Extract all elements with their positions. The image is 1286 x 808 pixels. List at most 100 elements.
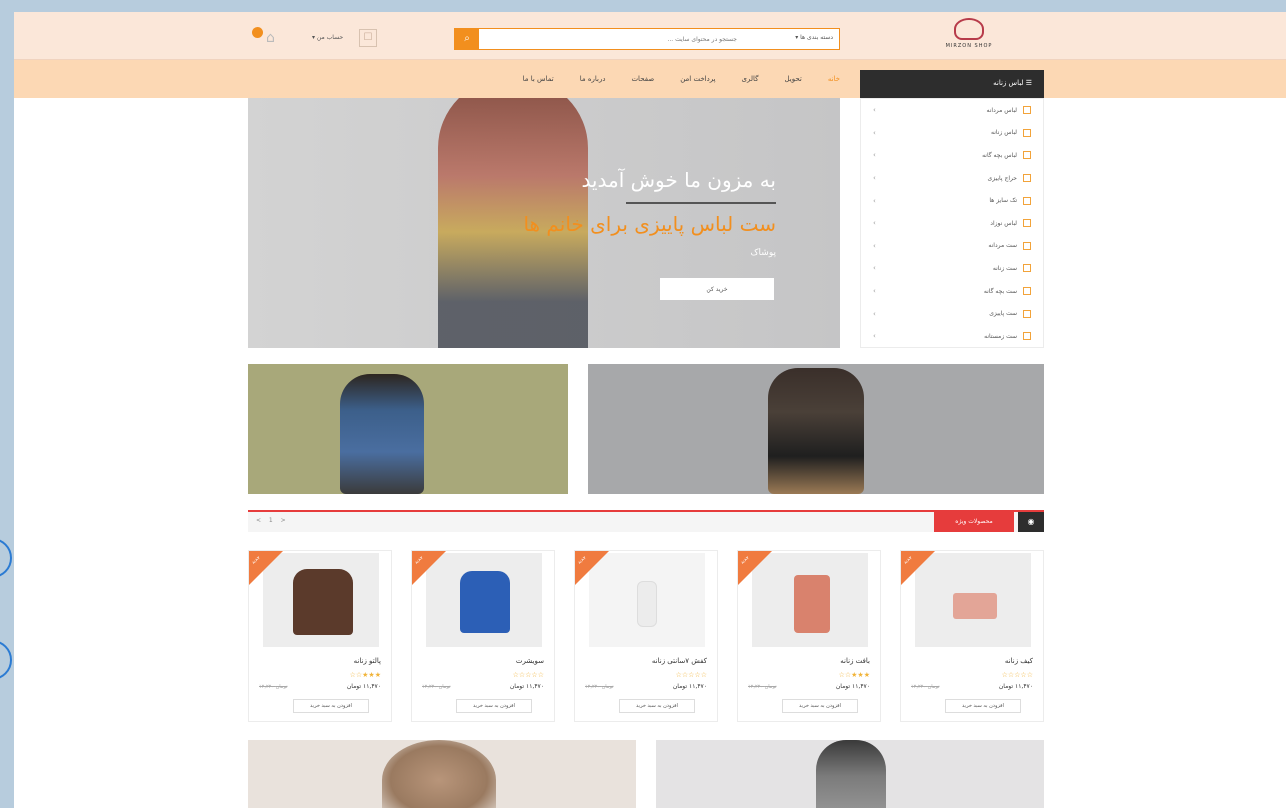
category-menu-title: لباس زنانه: [993, 79, 1024, 87]
promo-banner-woman[interactable]: [248, 364, 568, 494]
sidebar-item-label: لباس نوزاد: [990, 219, 1017, 227]
bullet-icon: [1023, 106, 1031, 115]
product-price: ۱۱,۴۷۰ تومان: [346, 683, 381, 690]
product-card[interactable]: جدید پالتو زنانه ☆☆★★★ ۱۱,۴۷۰ تومان ۱۲,۲…: [248, 550, 392, 722]
product-name[interactable]: بافت زنانه: [840, 657, 870, 665]
product-old-price: ۱۲,۲۲۰ تومان: [911, 684, 940, 690]
sidebar-item[interactable]: لباس نوزاد ‹: [861, 212, 1043, 235]
product-card[interactable]: جدید کفش ۷سانتی زنانه ☆☆☆☆☆ ۱۱,۴۷۰ تومان…: [574, 550, 718, 722]
category-select-label: دسته بندی ها: [800, 34, 833, 41]
logo-text: MIRZON SHOP: [945, 43, 993, 49]
add-to-cart-button[interactable]: افزودن به سبد خرید: [945, 699, 1021, 713]
bullet-icon: [1023, 309, 1031, 318]
hero-divider: [626, 202, 776, 204]
special-products-tab[interactable]: محصولات ویژه: [934, 512, 1014, 532]
decorative-circle: [0, 538, 12, 578]
add-to-cart-button[interactable]: افزودن به سبد خرید: [293, 699, 369, 713]
product-card[interactable]: جدید بافت زنانه ☆☆★★★ ۱۱,۴۷۰ تومان ۱۲,۲۲…: [737, 550, 881, 722]
sidebar-item-label: ست زمستانه: [984, 332, 1017, 340]
sidebar-item[interactable]: لباس زنانه ‹: [861, 122, 1043, 145]
add-to-cart-button[interactable]: افزودن به سبد خرید: [619, 699, 695, 713]
nav-item-secure-payment[interactable]: پرداخت امن: [680, 75, 715, 83]
logo-icon: [954, 18, 984, 40]
sidebar-item[interactable]: حراج پاییزی ‹: [861, 167, 1043, 190]
hoodie-icon: [460, 571, 510, 633]
nav-item-delivery[interactable]: تحویل: [784, 75, 801, 83]
add-to-cart-button[interactable]: افزودن به سبد خرید: [456, 699, 532, 713]
rating-stars: ☆☆★★★: [838, 671, 870, 679]
search-button[interactable]: ⌕: [455, 29, 479, 49]
product-name[interactable]: کفش ۷سانتی زنانه: [652, 657, 707, 665]
chevron-left-icon: ‹: [873, 196, 876, 205]
main-nav: خانه تحویل گالری پرداخت امن صفحات درباره…: [14, 60, 1286, 98]
hero-category: پوشاک: [750, 248, 777, 258]
hero-title: به مزون ما خوش آمدید: [581, 168, 776, 192]
sidebar-item[interactable]: ست زمستانه ‹: [861, 325, 1043, 348]
hero-slider[interactable]: به مزون ما خوش آمدید ست لباس پاییزی برای…: [248, 98, 840, 348]
product-price: ۱۱,۴۷۰ تومان: [835, 683, 870, 690]
chevron-left-icon: ‹: [873, 287, 876, 296]
product-old-price: ۱۲,۲۲۰ تومان: [585, 684, 614, 690]
search-input[interactable]: [483, 32, 737, 46]
nav-item-contact[interactable]: تماس با ما: [523, 75, 554, 83]
nav-item-about[interactable]: درباره ما: [580, 75, 606, 83]
product-name[interactable]: سویشرت: [516, 657, 544, 665]
coat-model-image: [816, 740, 886, 808]
account-menu[interactable]: ▾ حساب من: [312, 34, 343, 41]
sidebar-item[interactable]: ست زنانه ‹: [861, 257, 1043, 280]
bullet-icon: [1023, 196, 1031, 205]
promo-banner-man[interactable]: [588, 364, 1044, 494]
hero-shop-button[interactable]: خرید کن: [660, 278, 774, 300]
sidebar-item[interactable]: لباس مردانه ‹: [861, 99, 1043, 122]
cart-icon[interactable]: ⌂: [266, 30, 275, 46]
product-old-price: ۱۲,۲۲۰ تومان: [422, 684, 451, 690]
chevron-left-icon: ‹: [873, 264, 876, 273]
sidebar-item[interactable]: ست بچه گانه ‹: [861, 280, 1043, 303]
pagination[interactable]: < 1 >: [256, 517, 289, 524]
cart-count-badge[interactable]: [252, 27, 263, 38]
add-to-cart-button[interactable]: افزودن به سبد خرید: [782, 699, 858, 713]
bullet-icon: [1023, 241, 1031, 250]
product-price: ۱۱,۴۷۰ تومان: [672, 683, 707, 690]
nav-item-pages[interactable]: صفحات: [631, 75, 654, 83]
coat-icon: [293, 569, 353, 635]
logo[interactable]: MIRZON SHOP: [944, 18, 994, 56]
product-name[interactable]: پالتو زنانه: [354, 657, 381, 665]
sidebar-item[interactable]: لباس بچه گانه ‹: [861, 144, 1043, 167]
chevron-left-icon: ‹: [873, 309, 876, 318]
chevron-left-icon: ‹: [873, 151, 876, 160]
chevron-left-icon: ‹: [873, 219, 876, 228]
woman-model-image: [340, 374, 424, 494]
bottom-banner-fur-hat[interactable]: [248, 740, 636, 808]
man-model-image: [768, 368, 864, 494]
sidebar-item-label: ست پاییزی: [989, 310, 1017, 318]
sidebar-item-label: تک سایز ها: [989, 197, 1017, 205]
sidebar-item[interactable]: ست پاییزی ‹: [861, 302, 1043, 325]
sweater-icon: [794, 575, 830, 633]
bottom-banner-man-coat[interactable]: [656, 740, 1044, 808]
product-card[interactable]: جدید سویشرت ☆☆☆☆☆ ۱۱,۴۷۰ تومان ۱۲,۲۲۰ تو…: [411, 550, 555, 722]
sidebar-item-label: حراج پاییزی: [987, 174, 1017, 182]
nav-item-gallery[interactable]: گالری: [742, 75, 759, 83]
category-menu-header[interactable]: ☰ لباس زنانه: [860, 70, 1044, 98]
special-products-bar: < 1 > محصولات ویژه ◉: [248, 510, 1044, 532]
category-select[interactable]: دسته بندی ها ▾: [795, 34, 833, 41]
menu-icon: ☰: [1023, 79, 1032, 87]
rating-stars: ☆☆☆☆☆: [1001, 671, 1033, 679]
bullet-icon: [1023, 219, 1031, 228]
sidebar-item-label: لباس زنانه: [991, 129, 1017, 137]
shoe-icon: [637, 581, 657, 627]
chevron-left-icon: ‹: [873, 106, 876, 115]
sidebar-item[interactable]: تک سایز ها ‹: [861, 189, 1043, 212]
bullet-icon: [1023, 174, 1031, 183]
user-icon[interactable]: ☐: [359, 29, 377, 47]
search-icon: ⌕: [464, 33, 470, 44]
nav-menu: خانه تحویل گالری پرداخت امن صفحات درباره…: [523, 60, 840, 98]
product-price: ۱۱,۴۷۰ تومان: [509, 683, 544, 690]
rating-stars: ☆☆☆☆☆: [675, 671, 707, 679]
nav-item-home[interactable]: خانه: [828, 75, 840, 83]
sidebar-item[interactable]: ست مردانه ‹: [861, 235, 1043, 258]
rating-stars: ☆☆☆☆☆: [512, 671, 544, 679]
product-name[interactable]: کیف زنانه: [1005, 657, 1033, 665]
product-card[interactable]: جدید کیف زنانه ☆☆☆☆☆ ۱۱,۴۷۰ تومان ۱۲,۲۲۰…: [900, 550, 1044, 722]
